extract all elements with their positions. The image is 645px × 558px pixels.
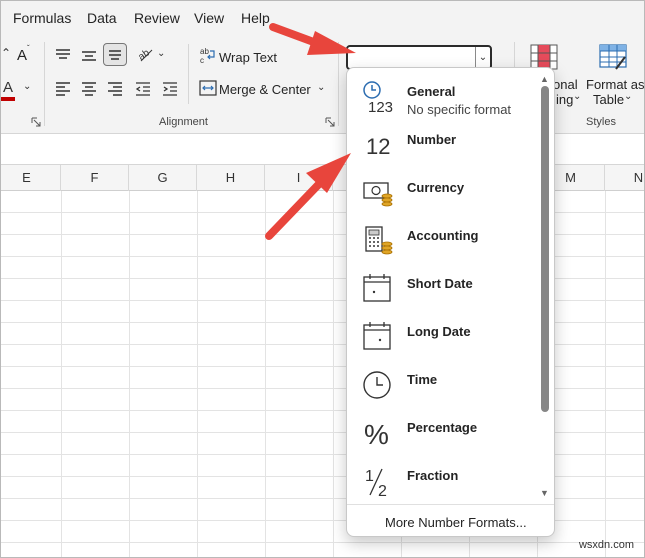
chevron-down-icon[interactable]: ⌄ (317, 82, 325, 93)
chevron-down-icon[interactable]: ⌄ (573, 91, 581, 102)
decrease-indent-icon[interactable] (134, 80, 152, 96)
fraction-icon: 1 2 (365, 468, 387, 498)
svg-text:c: c (200, 56, 204, 64)
format-option-name: General (407, 84, 456, 99)
conditional-formatting-label-1[interactable]: onal (553, 77, 578, 92)
format-option-long-date[interactable]: Long Date (347, 312, 537, 360)
caret-icon: ˇ (27, 44, 30, 53)
chevron-down-icon[interactable]: ⌄ (624, 91, 632, 102)
format-option-name: Percentage (407, 420, 478, 435)
currency-icon (363, 182, 393, 207)
format-option-currency[interactable]: Currency (347, 168, 537, 216)
chevron-down-icon[interactable]: ⌄ (475, 47, 490, 68)
styles-group-label: Styles (586, 116, 616, 128)
format-option-name: Short Date (407, 276, 473, 291)
column-header-n[interactable]: N (605, 165, 644, 191)
scroll-down-icon[interactable]: ▼ (540, 488, 549, 498)
format-as-table-icon[interactable] (598, 43, 628, 71)
increase-indent-icon[interactable] (161, 80, 179, 96)
excel-window: Formulas Data Review View Help ⌃ A ˇ A ⌄… (0, 0, 645, 558)
svg-text:ab: ab (137, 47, 152, 63)
format-option-name: Time (407, 372, 438, 387)
format-option-name: Accounting (407, 228, 479, 243)
accounting-icon (365, 226, 393, 255)
column-header-e[interactable]: E (1, 165, 61, 191)
format-option-name: Long Date (407, 324, 471, 339)
wrap-text-button[interactable]: Wrap Text (219, 50, 277, 65)
scroll-up-icon[interactable]: ▲ (540, 74, 549, 84)
format-option-number[interactable]: 12 Number (347, 120, 537, 168)
format-as-table-label-2[interactable]: Table (593, 92, 624, 107)
format-option-time[interactable]: Time (347, 360, 537, 408)
align-right-icon[interactable] (106, 80, 124, 96)
svg-text:%: % (364, 419, 389, 450)
format-option-short-date[interactable]: Short Date (347, 264, 537, 312)
column-header-g[interactable]: G (129, 165, 197, 191)
decrease-font-icon[interactable]: ⌃ (1, 46, 11, 60)
alignment-group-label: Alignment (159, 116, 208, 128)
merge-center-icon[interactable] (199, 79, 217, 97)
tab-review[interactable]: Review (134, 10, 180, 26)
tab-view[interactable]: View (194, 10, 224, 26)
tab-data[interactable]: Data (87, 10, 117, 26)
top-align-icon[interactable] (54, 47, 72, 63)
svg-text:1: 1 (365, 468, 374, 485)
format-as-table-label-1[interactable]: Format as (586, 77, 644, 92)
format-option-accounting[interactable]: Accounting (347, 216, 537, 264)
svg-text:2: 2 (378, 483, 387, 498)
number-format-dropdown: 123 General No specific format 12 Number… (346, 67, 555, 537)
clock-123-icon: 123 (363, 81, 393, 114)
wrap-text-icon[interactable]: abc (199, 46, 217, 64)
font-color-swatch (1, 97, 15, 101)
align-center-icon[interactable] (80, 80, 98, 96)
watermark: wsxdn.com (578, 539, 634, 551)
menu-bar: Formulas Data Review View Help (1, 1, 644, 34)
chevron-down-icon[interactable]: ⌄ (157, 48, 165, 59)
format-option-percentage[interactable]: % Percentage (347, 408, 537, 456)
ribbon-separator (338, 42, 339, 126)
tab-formulas[interactable]: Formulas (13, 10, 71, 26)
dropdown-footer: More Number Formats... (347, 504, 554, 536)
format-option-general[interactable]: 123 General No specific format (347, 72, 537, 120)
percent-icon: % (364, 419, 389, 450)
font-dialog-launcher-icon[interactable] (31, 117, 41, 127)
chevron-down-icon[interactable]: ⌄ (23, 81, 31, 92)
svg-text:ab: ab (200, 47, 209, 56)
tab-help[interactable]: Help (241, 10, 270, 26)
orientation-icon[interactable]: ab (137, 45, 155, 63)
format-option-name: Fraction (407, 468, 459, 483)
format-option-fraction[interactable]: 1 2 Fraction (347, 456, 537, 504)
format-option-sample: No specific format (407, 102, 512, 117)
merge-center-button[interactable]: Merge & Center (219, 82, 311, 97)
bottom-align-button[interactable] (103, 43, 127, 66)
align-left-icon[interactable] (54, 80, 72, 96)
more-number-formats-link[interactable]: More Number Formats... (385, 515, 527, 530)
decrease-font-button[interactable]: A (17, 47, 27, 64)
column-header-h[interactable]: H (197, 165, 265, 191)
number-12-icon: 12 (366, 134, 390, 159)
calendar-icon (363, 274, 391, 302)
clock-icon (363, 371, 391, 399)
column-header-i[interactable]: I (265, 165, 333, 191)
middle-align-icon[interactable] (80, 47, 98, 63)
alignment-dialog-launcher-icon[interactable] (325, 117, 335, 127)
bottom-align-icon (109, 50, 121, 60)
scrollbar-thumb[interactable] (541, 86, 549, 412)
column-header-f[interactable]: F (61, 165, 129, 191)
ribbon-separator (44, 42, 45, 126)
font-color-button[interactable]: A (3, 79, 13, 96)
conditional-formatting-label-2[interactable]: ing (556, 92, 573, 107)
svg-text:12: 12 (366, 134, 390, 159)
format-option-name: Number (407, 132, 457, 147)
svg-text:123: 123 (368, 99, 393, 114)
ribbon-separator (188, 44, 189, 104)
format-option-name: Currency (407, 180, 465, 195)
calendar-icon (363, 322, 391, 350)
